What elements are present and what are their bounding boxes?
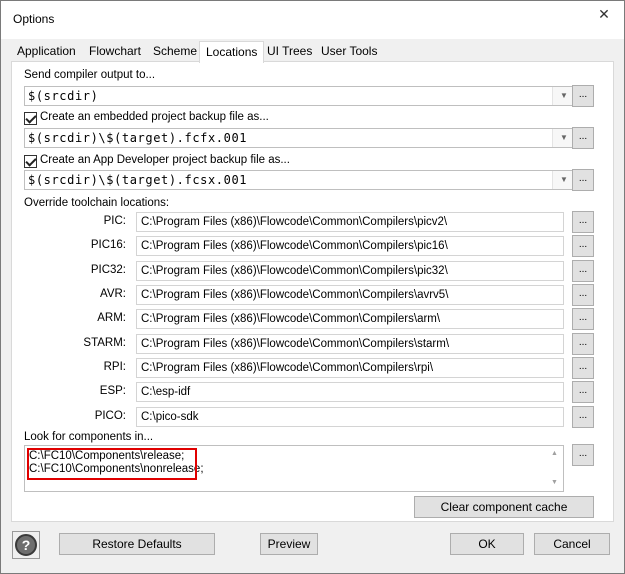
components-label: Look for components in... [24, 431, 154, 443]
toolchain-browse-pico[interactable]: ... [572, 406, 594, 428]
restore-defaults-button[interactable]: Restore Defaults [59, 533, 215, 555]
embedded-backup-checkbox[interactable] [24, 112, 37, 125]
toolchain-path-pic32[interactable]: C:\Program Files (x86)\Flowcode\Common\C… [136, 261, 564, 281]
toolchain-path-starm[interactable]: C:\Program Files (x86)\Flowcode\Common\C… [136, 334, 564, 354]
toolchain-name-pic32: PIC32: [90, 264, 126, 276]
appdev-backup-checkbox[interactable] [24, 155, 37, 168]
toolchain-path-value: C:\esp-idf [141, 386, 191, 398]
ok-button[interactable]: OK [450, 533, 524, 555]
appdev-backup-label: Create an App Developer project backup f… [40, 154, 290, 166]
title-bar: Options ✕ [1, 1, 624, 39]
toolchain-name-avr: AVR: [100, 288, 126, 300]
toolchain-path-pic16[interactable]: C:\Program Files (x86)\Flowcode\Common\C… [136, 236, 564, 256]
dialog-title: Options [13, 12, 55, 26]
components-scrollbar[interactable]: ▲ ▼ [546, 446, 563, 491]
components-highlight-box [27, 448, 197, 480]
toolchain-path-esp[interactable]: C:\esp-idf [136, 382, 564, 402]
embedded-backup-browse-button[interactable]: ... [572, 127, 594, 149]
toolchain-name-arm: ARM: [97, 312, 126, 324]
toolchain-name-pico: PICO: [94, 410, 126, 422]
help-icon[interactable]: ? [15, 534, 37, 556]
compiler-output-label: Send compiler output to... [24, 69, 156, 81]
clear-component-cache-button[interactable]: Clear component cache [414, 496, 594, 518]
appdev-backup-combo[interactable]: $(srcdir)\$(target).fcsx.001 ▼ [24, 170, 576, 190]
toolchain-path-value: C:\Program Files (x86)\Flowcode\Common\C… [141, 338, 450, 350]
components-browse-button[interactable]: ... [572, 444, 594, 466]
close-icon[interactable]: ✕ [592, 3, 616, 25]
toolchain-browse-esp[interactable]: ... [572, 381, 594, 403]
components-textarea[interactable]: C:\FC10\Components\release; C:\FC10\Comp… [24, 445, 564, 492]
toolchain-path-value: C:\Program Files (x86)\Flowcode\Common\C… [141, 289, 449, 301]
embedded-backup-combo[interactable]: $(srcdir)\$(target).fcfx.001 ▼ [24, 128, 576, 148]
toolchain-name-starm: STARM: [83, 337, 126, 349]
toolchain-name-rpi: RPI: [103, 361, 126, 373]
toolchain-browse-arm[interactable]: ... [572, 308, 594, 330]
embedded-backup-value: $(srcdir)\$(target).fcfx.001 [28, 131, 248, 145]
toolchain-path-arm[interactable]: C:\Program Files (x86)\Flowcode\Common\C… [136, 309, 564, 329]
toolchain-name-pic: PIC: [103, 215, 126, 227]
locations-panel: Send compiler output to... $(srcdir) ▼ .… [11, 61, 614, 522]
embedded-backup-label: Create an embedded project backup file a… [40, 111, 269, 123]
compiler-output-combo[interactable]: $(srcdir) ▼ [24, 86, 576, 106]
toolchain-path-value: C:\pico-sdk [141, 411, 199, 423]
toolchain-path-rpi[interactable]: C:\Program Files (x86)\Flowcode\Common\C… [136, 358, 564, 378]
toolchain-browse-pic32[interactable]: ... [572, 260, 594, 282]
toolchain-browse-pic16[interactable]: ... [572, 235, 594, 257]
cancel-button[interactable]: Cancel [534, 533, 610, 555]
tab-flowchart[interactable]: Flowchart [83, 43, 147, 62]
tab-scheme[interactable]: Scheme [147, 43, 203, 62]
toolchain-path-value: C:\Program Files (x86)\Flowcode\Common\C… [141, 362, 434, 374]
toolchain-path-pico[interactable]: C:\pico-sdk [136, 407, 564, 427]
toolchain-path-value: C:\Program Files (x86)\Flowcode\Common\C… [141, 216, 448, 228]
appdev-backup-value: $(srcdir)\$(target).fcsx.001 [28, 173, 248, 187]
toolchain-browse-avr[interactable]: ... [572, 284, 594, 306]
tab-user-tools[interactable]: User Tools [315, 43, 383, 62]
compiler-output-browse-button[interactable]: ... [572, 85, 594, 107]
tab-application[interactable]: Application [11, 43, 82, 62]
toolchain-browse-rpi[interactable]: ... [572, 357, 594, 379]
toolchain-browse-starm[interactable]: ... [572, 333, 594, 355]
options-dialog: Options ✕ Application Flowchart Scheme L… [0, 0, 625, 574]
toolchain-path-avr[interactable]: C:\Program Files (x86)\Flowcode\Common\C… [136, 285, 564, 305]
scroll-down-icon[interactable]: ▼ [546, 477, 563, 489]
toolchain-path-value: C:\Program Files (x86)\Flowcode\Common\C… [141, 240, 448, 252]
tab-ui-trees[interactable]: UI Trees [261, 43, 318, 62]
scroll-up-icon[interactable]: ▲ [546, 448, 563, 460]
preview-button[interactable]: Preview [260, 533, 318, 555]
compiler-output-value: $(srcdir) [28, 89, 99, 103]
tab-locations[interactable]: Locations [199, 41, 265, 63]
toolchain-browse-pic[interactable]: ... [572, 211, 594, 233]
toolchain-label: Override toolchain locations: [24, 197, 170, 209]
toolchain-path-pic[interactable]: C:\Program Files (x86)\Flowcode\Common\C… [136, 212, 564, 232]
toolchain-path-value: C:\Program Files (x86)\Flowcode\Common\C… [141, 265, 448, 277]
toolchain-name-esp: ESP: [99, 385, 126, 397]
appdev-backup-browse-button[interactable]: ... [572, 169, 594, 191]
toolchain-name-pic16: PIC16: [90, 239, 126, 251]
toolchain-path-value: C:\Program Files (x86)\Flowcode\Common\C… [141, 313, 441, 325]
